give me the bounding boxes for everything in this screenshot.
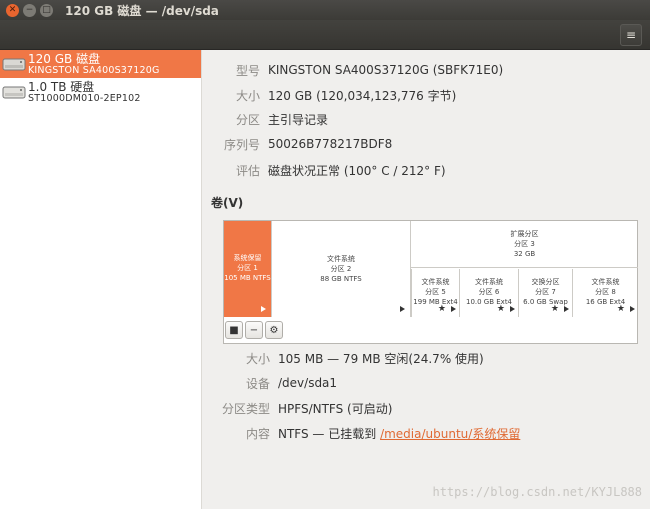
maximize-icon: □: [42, 4, 51, 15]
volume-size-row: 大小 105 MB — 79 MB 空闲(24.7% 使用): [213, 350, 484, 366]
partition-size: 105 MB NTFS: [224, 274, 271, 282]
unmounted-indicator-icon: [400, 306, 405, 312]
partition-5[interactable]: 文件系统 分区 5 199 MB Ext4 ★: [411, 269, 460, 317]
info-label: 分区类型: [221, 401, 270, 416]
star-icon: ★: [437, 304, 446, 314]
info-value: 主引导记录: [268, 112, 329, 127]
info-value: HPFS/NTFS (可启动): [278, 401, 393, 416]
partition-title: 交换分区: [531, 278, 560, 286]
volume-map: 系统保留 分区 1 105 MB NTFS 文件系统 分区 2 88 GB NT…: [223, 220, 638, 344]
info-label: 序列号: [223, 137, 260, 152]
star-icon: ★: [616, 304, 625, 314]
header-bar: ≡: [0, 20, 650, 50]
info-label: 大小: [235, 88, 260, 103]
watermark: https://blog.csdn.net/KYJL888: [432, 485, 642, 499]
window-title: 120 GB 磁盘 — /dev/sda: [65, 3, 219, 18]
partition-number: 分区 8: [595, 288, 616, 296]
drives-sidebar: 120 GB 磁盘 KINGSTON SA400S37120G 1.0 TB 硬…: [0, 50, 202, 509]
unmounted-indicator-icon: [630, 306, 635, 312]
app-menu-button[interactable]: ≡: [620, 24, 642, 46]
delete-partition-button[interactable]: −: [245, 321, 263, 339]
info-label: 分区: [235, 112, 260, 127]
partition-size: 32 GB: [513, 250, 536, 258]
mount-point-link[interactable]: /media/ubuntu/系统保留: [380, 427, 520, 441]
hard-drive-icon: [2, 86, 26, 99]
drive-serial-row: 序列号 50026B778217BDF8: [203, 136, 392, 152]
partition-title: 扩展分区: [510, 230, 539, 238]
partition-number: 分区 6: [478, 288, 500, 296]
partition-2[interactable]: 文件系统 分区 2 88 GB NTFS: [272, 221, 411, 317]
partition-title: 文件系统: [591, 278, 620, 286]
info-value: 105 MB — 79 MB 空闲(24.7% 使用): [278, 351, 484, 366]
info-label: 评估: [235, 163, 260, 178]
info-value: 磁盘状况正常 (100° C / 212° F): [268, 163, 446, 178]
drive-details-pane: 型号 KINGSTON SA400S37120G (SBFK71E0) 大小 1…: [203, 50, 650, 509]
gears-icon: ⚙: [269, 324, 279, 336]
drive-model: ST1000DM010-2EP102: [28, 93, 141, 104]
partition-3-extended[interactable]: 扩展分区 分区 3 32 GB: [411, 221, 638, 268]
minimize-icon: −: [25, 4, 34, 15]
partition-number: 分区 5: [425, 288, 446, 296]
partition-7[interactable]: 交换分区 分区 7 6.0 GB Swap ★: [519, 269, 573, 317]
drive-partitioning-row: 分区 主引导记录: [203, 111, 328, 127]
partition-1[interactable]: 系统保留 分区 1 105 MB NTFS: [224, 221, 272, 317]
window-titlebar: ✕ − □ 120 GB 磁盘 — /dev/sda: [0, 0, 650, 20]
partition-title: 文件系统: [475, 278, 503, 286]
info-label: 设备: [245, 376, 270, 391]
maximize-window-button[interactable]: □: [40, 3, 53, 17]
minus-icon: −: [249, 324, 259, 336]
drive-assessment-row: 评估 磁盘状况正常 (100° C / 212° F): [203, 162, 446, 178]
star-icon: ★: [550, 304, 559, 314]
partition-number: 分区 7: [535, 288, 556, 296]
close-icon: ✕: [8, 4, 17, 15]
mounted-indicator-icon: [261, 306, 266, 312]
volume-device-row: 设备 /dev/sda1: [213, 375, 337, 391]
star-icon: ★: [496, 304, 505, 314]
drive-name: 120 GB 磁盘: [28, 52, 101, 66]
partition-options-button[interactable]: ⚙: [265, 321, 283, 339]
hamburger-menu-icon: ≡: [625, 28, 637, 42]
close-window-button[interactable]: ✕: [6, 3, 19, 17]
partition-title: 文件系统: [421, 278, 450, 286]
unmounted-indicator-icon: [451, 306, 456, 312]
info-value: /dev/sda1: [278, 376, 338, 390]
info-value: KINGSTON SA400S37120G (SBFK71E0): [268, 63, 504, 77]
partition-size: 88 GB NTFS: [320, 275, 362, 283]
sidebar-item-drive-120gb[interactable]: 120 GB 磁盘 KINGSTON SA400S37120G: [0, 50, 201, 78]
minimize-window-button[interactable]: −: [23, 3, 36, 17]
partition-size: 6.0 GB Swap: [523, 298, 568, 306]
unmounted-indicator-icon: [510, 306, 515, 312]
drive-model: KINGSTON SA400S37120G: [28, 65, 160, 76]
volumes-heading: 卷(V): [211, 196, 244, 210]
partition-number: 分区 3: [514, 240, 535, 248]
partition-6[interactable]: 文件系统 分区 6 10.0 GB Ext4 ★: [460, 269, 519, 317]
unmounted-indicator-icon: [564, 306, 569, 312]
info-value: 50026B778217BDF8: [268, 137, 393, 151]
info-label: 型号: [235, 63, 260, 78]
volume-type-row: 分区类型 HPFS/NTFS (可启动): [213, 400, 392, 416]
drive-size-row: 大小 120 GB (120,034,123,776 字节): [203, 87, 456, 103]
partition-title: 系统保留: [233, 254, 262, 262]
content-text: NTFS — 已挂载到: [278, 426, 381, 441]
partition-title: 文件系统: [327, 255, 355, 263]
drive-name: 1.0 TB 硬盘: [28, 80, 95, 94]
stop-icon: ■: [229, 324, 239, 336]
unmount-button[interactable]: ■: [225, 321, 243, 339]
partition-size: 10.0 GB Ext4: [465, 298, 513, 306]
volume-toolbar: ■ − ⚙: [223, 320, 283, 342]
partition-number: 分区 1: [237, 264, 258, 272]
sidebar-item-drive-1tb[interactable]: 1.0 TB 硬盘 ST1000DM010-2EP102: [0, 78, 201, 106]
partition-number: 分区 2: [330, 265, 352, 273]
hard-drive-icon: [2, 58, 26, 71]
info-value: NTFS — 已挂载到 /media/ubuntu/系统保留: [278, 425, 520, 442]
info-value: 120 GB (120,034,123,776 字节): [268, 88, 457, 103]
info-label: 大小: [245, 351, 270, 366]
partition-8[interactable]: 文件系统 分区 8 16 GB Ext4 ★: [573, 269, 638, 317]
volume-content-row: 内容 NTFS — 已挂载到 /media/ubuntu/系统保留: [213, 425, 520, 441]
info-label: 内容: [245, 426, 270, 441]
drive-model-row: 型号 KINGSTON SA400S37120G (SBFK71E0): [203, 62, 503, 78]
